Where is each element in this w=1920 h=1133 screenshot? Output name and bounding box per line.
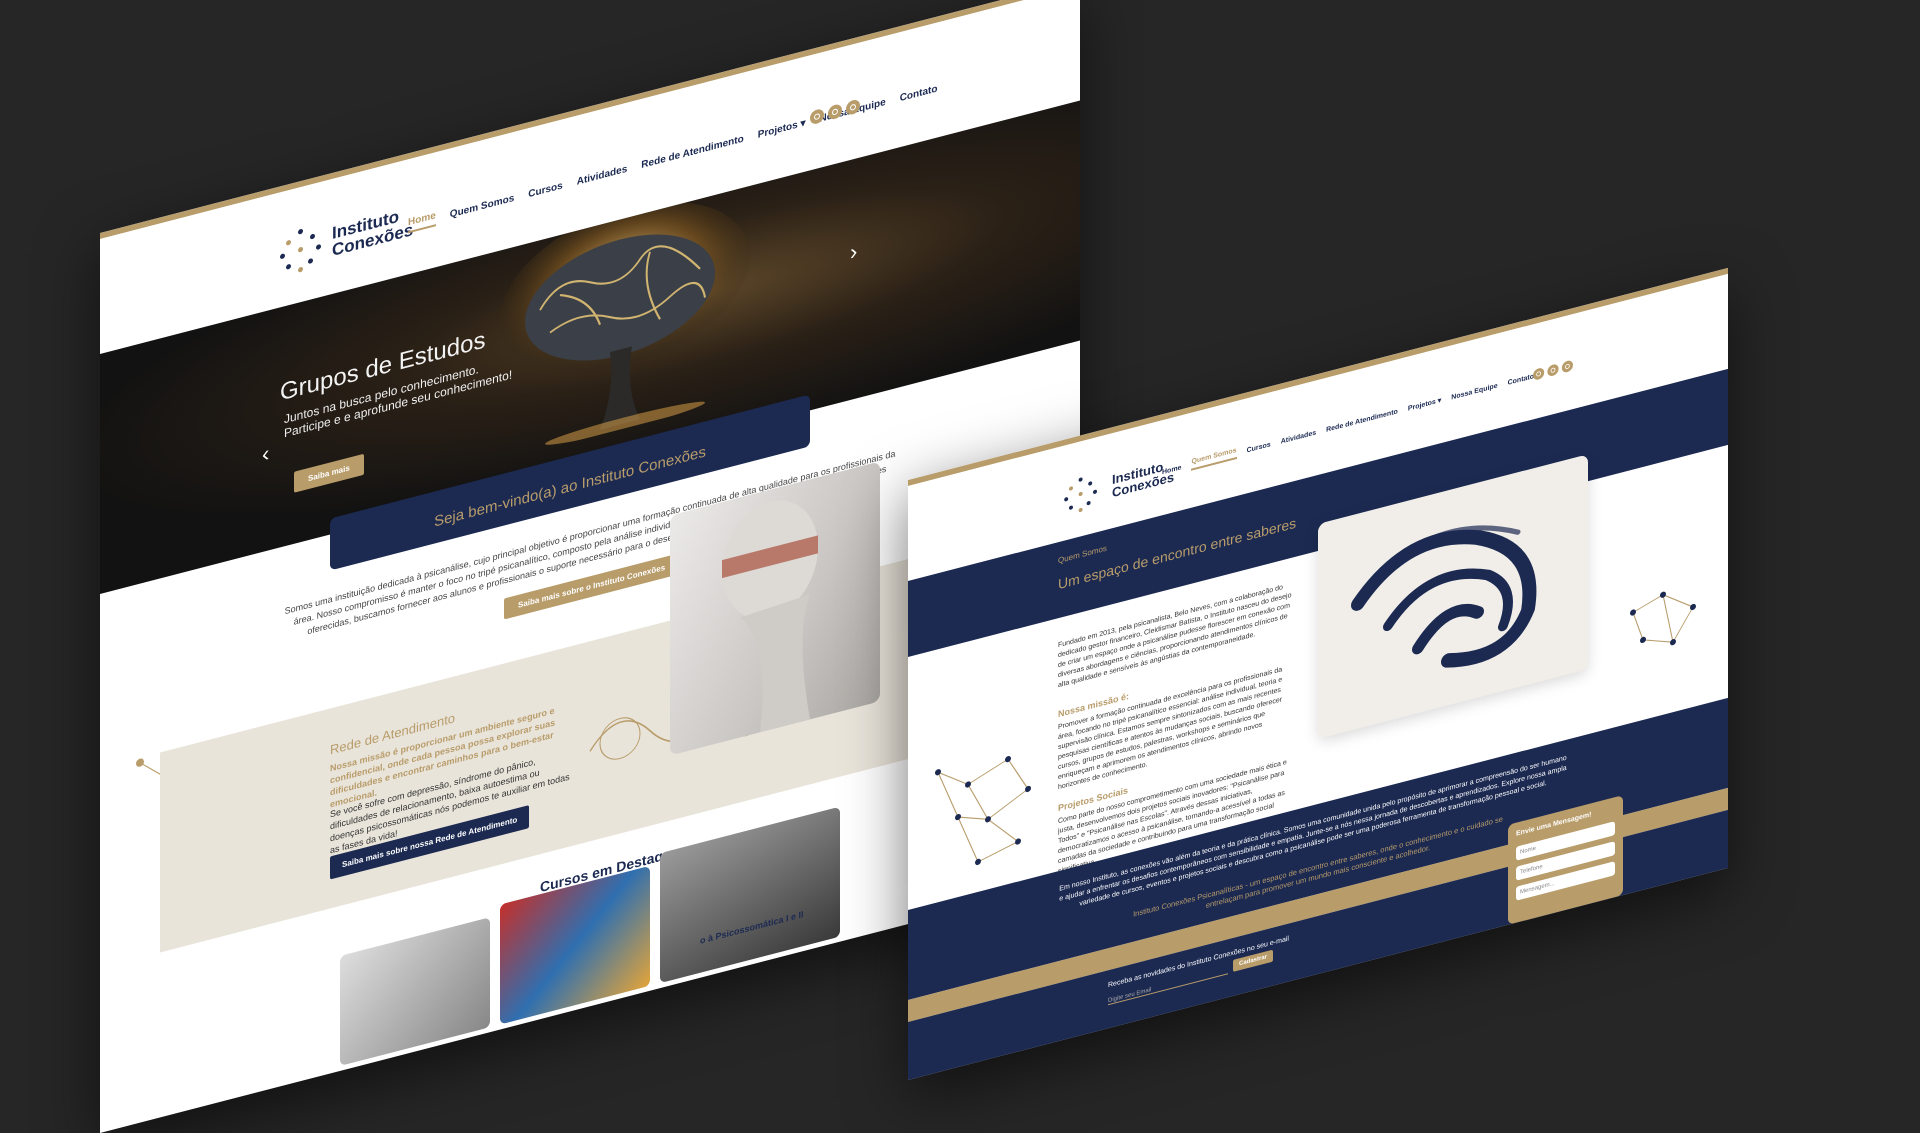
- whatsapp-icon[interactable]: [1561, 359, 1573, 374]
- curso-card-3[interactable]: [660, 806, 840, 984]
- nav-atividades-2[interactable]: Atividades: [1281, 429, 1316, 445]
- site-logo-2[interactable]: Instituto Conexões: [1058, 447, 1174, 523]
- nav-rede[interactable]: Rede de Atendimento: [641, 133, 743, 170]
- network-logo-icon: [1063, 471, 1100, 517]
- network-logo-icon: [278, 221, 324, 279]
- slider-prev-icon[interactable]: ‹: [262, 440, 269, 468]
- nav-cursos[interactable]: Cursos: [528, 180, 562, 200]
- network-decoration-right-2: [1630, 591, 1696, 646]
- chevron-down-icon: ▾: [1437, 397, 1442, 405]
- nav-projetos-label: Projetos: [757, 119, 798, 141]
- nav-projetos-label-2: Projetos: [1407, 398, 1436, 413]
- slider-next-icon[interactable]: ›: [850, 238, 857, 266]
- nav-equipe-2[interactable]: Nossa Equipe: [1451, 382, 1497, 401]
- social-links-2: [1533, 359, 1573, 381]
- breadcrumb: Quem Somos: [1058, 543, 1107, 566]
- curso-card-1[interactable]: [340, 917, 490, 1066]
- nav-rede-2[interactable]: Rede de Atendimento: [1326, 408, 1398, 434]
- network-decoration-left-2: [935, 756, 1031, 865]
- hero-cta-button[interactable]: Saiba mais: [294, 453, 364, 493]
- site-logo[interactable]: Instituto Conexões: [278, 198, 413, 279]
- curso-card-2[interactable]: [500, 865, 650, 1025]
- nav-quem-somos-2[interactable]: Quem Somos: [1191, 447, 1237, 471]
- nav-contato[interactable]: Contato: [900, 83, 938, 104]
- nav-cursos-2[interactable]: Cursos: [1247, 441, 1271, 454]
- nav-quem-somos[interactable]: Quem Somos: [450, 192, 514, 220]
- nav-projetos-2[interactable]: Projetos ▾: [1408, 396, 1441, 413]
- instagram-icon[interactable]: [1547, 363, 1559, 378]
- nav-projetos[interactable]: Projetos ▾: [758, 117, 806, 140]
- nav-atividades[interactable]: Atividades: [577, 163, 628, 187]
- nav-home-2[interactable]: Home: [1162, 464, 1181, 476]
- chevron-down-icon: ▾: [800, 117, 806, 130]
- facebook-icon[interactable]: [1533, 366, 1545, 381]
- nav-contato-2[interactable]: Contato: [1508, 373, 1534, 387]
